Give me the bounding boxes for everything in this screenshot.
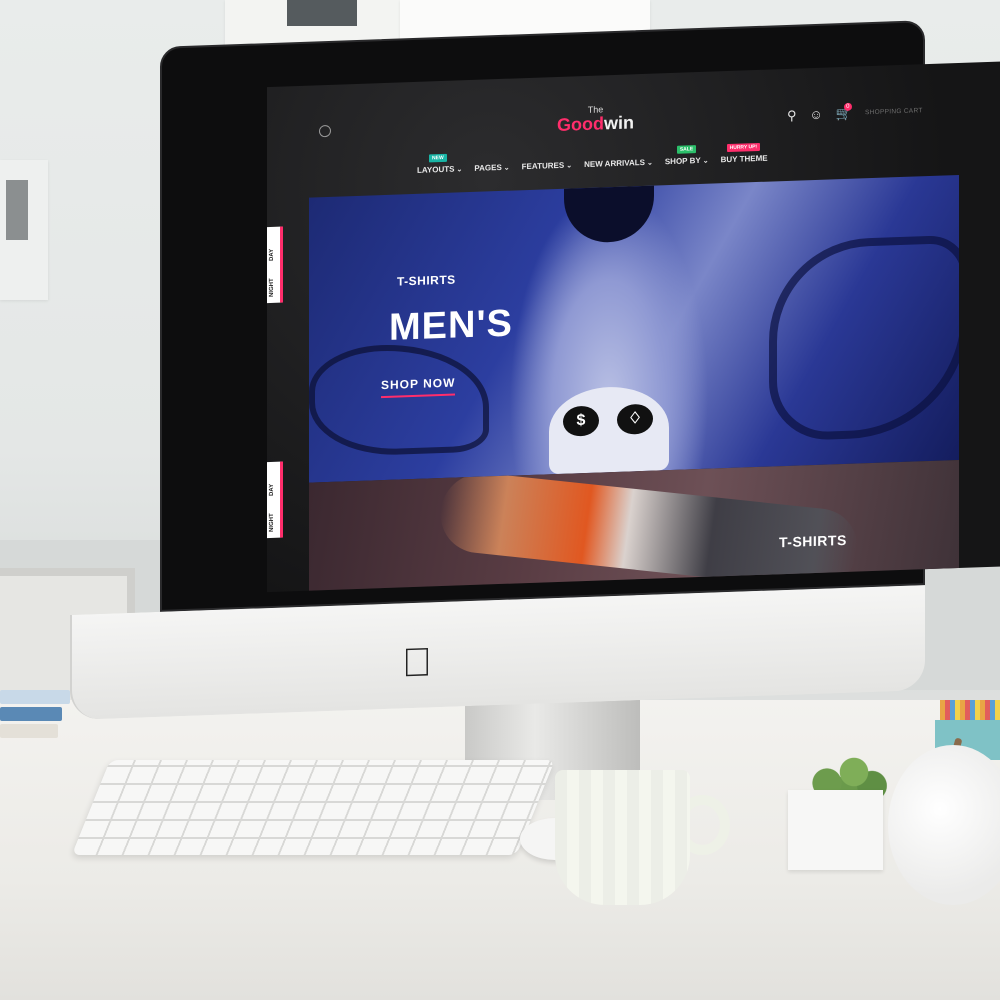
coffee-cup (555, 770, 690, 905)
cart-icon[interactable]: 🛒 0 (836, 102, 852, 121)
graffiti-shape (769, 234, 959, 442)
toggle-night-label: NIGHT (269, 278, 275, 298)
nav-badge-new: NEW (429, 153, 447, 163)
keyboard (71, 760, 556, 855)
toggle-day-label: DAY (269, 248, 275, 262)
hero-secondary-tag: T-SHIRTS (779, 531, 847, 551)
night-day-toggle-secondary[interactable]: NIGHT DAY (267, 461, 283, 539)
logo-name-accent: Good (557, 113, 604, 135)
chevron-down-icon: ⌄ (646, 159, 653, 167)
nav-item-shop-by[interactable]: SALE SHOP BY ⌄ (664, 145, 709, 167)
nav-item-pages[interactable]: PAGES ⌄ (474, 163, 509, 173)
site-logo[interactable]: The Goodwin (557, 104, 634, 135)
user-icon[interactable]: ☺ (810, 107, 823, 122)
shop-now-link[interactable]: SHOP NOW (381, 375, 456, 399)
toggle-accent (280, 461, 283, 538)
dollar-eye-icon: $ (563, 405, 599, 437)
nav-label: NEW ARRIVALS (584, 157, 645, 170)
screen-bezel: The Goodwin ⚲ ☺ 🛒 0 SHOPPING CART NEW LAY… (160, 20, 1000, 612)
toggle-accent (280, 226, 283, 303)
hero-banner-secondary[interactable]: T-SHIRTS (309, 459, 959, 593)
nav-item-layouts[interactable]: NEW LAYOUTS ⌄ (417, 153, 463, 175)
photo-print-left (6, 180, 28, 240)
nav-label: FEATURES (521, 160, 565, 172)
header-icons: ⚲ ☺ 🛒 0 SHOPPING CART (787, 102, 923, 123)
toggle-night-label: NIGHT (269, 513, 275, 533)
search-icon[interactable]: ⚲ (787, 108, 797, 123)
night-day-toggle[interactable]: NIGHT DAY (267, 226, 283, 304)
nav-item-buy-theme[interactable]: HURRY UP! BUY THEME (720, 142, 768, 165)
hero-banner-mens[interactable]: $ ♢ T-SHIRTS MEN'S SHOP NOW (309, 174, 959, 483)
wall-photo-left (0, 160, 48, 300)
diamond-eye-icon: ♢ (617, 403, 653, 435)
nav-item-features[interactable]: FEATURES ⌄ (522, 160, 572, 171)
photo-print (287, 0, 357, 26)
nav-badge-hurry: HURRY UP! (726, 142, 761, 153)
website-screen: The Goodwin ⚲ ☺ 🛒 0 SHOPPING CART NEW LAY… (267, 61, 1000, 593)
globe-icon[interactable] (319, 124, 331, 138)
toggle-day-label: DAY (269, 483, 275, 497)
graffiti-shape (309, 341, 489, 458)
imac-monitor: The Goodwin ⚲ ☺ 🛒 0 SHOPPING CART NEW LAY… (70, 20, 1000, 720)
nav-label: LAYOUTS (417, 164, 455, 175)
hero-tag: T-SHIRTS (397, 272, 456, 289)
nav-label: SHOP BY (664, 155, 701, 167)
chevron-down-icon: ⌄ (702, 157, 709, 165)
logo-name: Goodwin (557, 112, 634, 135)
main-nav: NEW LAYOUTS ⌄ PAGES ⌄ FEATURES ⌄ NEW ARRIVA… (417, 142, 768, 175)
book-stack (0, 690, 75, 760)
logo-name-rest: win (604, 112, 634, 134)
nav-label: PAGES (474, 162, 502, 173)
dancer-figure (435, 469, 863, 593)
apple-logo-icon:  (402, 640, 432, 685)
hero-title: MEN'S (389, 302, 513, 349)
chevron-down-icon: ⌄ (503, 164, 510, 172)
cart-label[interactable]: SHOPPING CART (865, 107, 923, 116)
chevron-down-icon: ⌄ (566, 162, 573, 170)
chevron-down-icon: ⌄ (456, 166, 463, 174)
nav-item-new-arrivals[interactable]: NEW ARRIVALS ⌄ (584, 158, 653, 169)
nav-badge-sale: SALE (676, 145, 697, 154)
nav-label: BUY THEME (720, 153, 768, 165)
cart-count-badge: 0 (843, 102, 852, 111)
plant-pot (788, 790, 883, 870)
